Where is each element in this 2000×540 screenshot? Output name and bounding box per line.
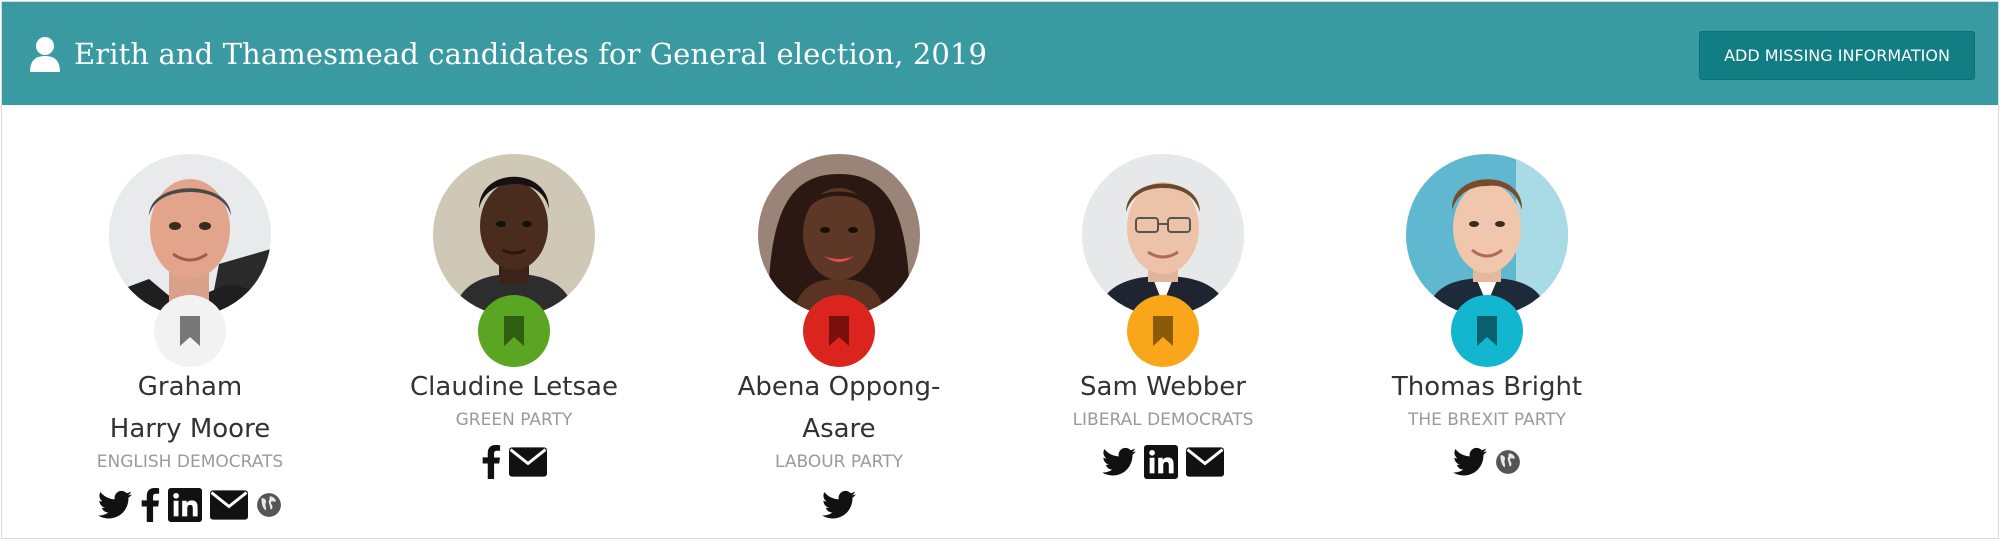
page-title: Erith and Thamesmead candidates for Gene… (28, 2, 987, 105)
candidate-party: THE BREXIT PARTY (1407, 410, 1567, 430)
social-links (1038, 444, 1288, 480)
linkedin-icon[interactable] (1144, 445, 1178, 479)
candidate-photo[interactable] (1082, 154, 1244, 316)
bookmark-icon (504, 316, 524, 346)
bookmark-icon (1153, 316, 1173, 346)
candidate-party: ENGLISH DEMOCRATS (96, 452, 284, 472)
party-badge (154, 295, 226, 367)
twitter-icon[interactable] (822, 490, 856, 520)
website-icon[interactable] (1495, 449, 1521, 475)
social-links (714, 487, 964, 523)
social-links (389, 444, 639, 480)
bookmark-icon (180, 316, 200, 346)
bookmark-icon (829, 316, 849, 346)
website-icon[interactable] (256, 492, 282, 518)
candidate-photo[interactable] (1406, 154, 1568, 316)
party-badge (1451, 295, 1523, 367)
person-icon (28, 36, 62, 72)
twitter-icon[interactable] (1453, 447, 1487, 477)
twitter-icon[interactable] (98, 490, 132, 520)
candidate-name[interactable]: Claudine Letsae (389, 366, 639, 408)
email-icon[interactable] (1186, 447, 1224, 477)
social-links (1362, 444, 1612, 480)
candidate-name[interactable]: Abena Oppong-Asare (714, 366, 964, 450)
candidate-photo[interactable] (433, 154, 595, 316)
bookmark-icon (1477, 316, 1497, 346)
candidate-name[interactable]: Thomas Bright (1362, 366, 1612, 408)
candidate-name[interactable]: Sam Webber (1038, 366, 1288, 408)
party-badge (478, 295, 550, 367)
email-icon[interactable] (210, 490, 248, 520)
candidates-panel: Erith and Thamesmead candidates for Gene… (1, 1, 1999, 539)
candidate-party: LIBERAL DEMOCRATS (1072, 410, 1254, 430)
party-badge (803, 295, 875, 367)
page-title-text: Erith and Thamesmead candidates for Gene… (74, 36, 988, 71)
panel-header: Erith and Thamesmead candidates for Gene… (2, 2, 1998, 105)
facebook-icon[interactable] (481, 445, 501, 479)
linkedin-icon[interactable] (168, 488, 202, 522)
facebook-icon[interactable] (140, 488, 160, 522)
candidate-party: LABOUR PARTY (774, 452, 904, 472)
candidate-photo[interactable] (758, 154, 920, 316)
candidate-party: GREEN PARTY (455, 410, 573, 430)
email-icon[interactable] (509, 447, 547, 477)
add-missing-information-button[interactable]: ADD MISSING INFORMATION (1699, 31, 1975, 80)
social-links (65, 487, 315, 523)
party-badge (1127, 295, 1199, 367)
candidate-name[interactable]: Graham Harry Moore (65, 366, 315, 450)
twitter-icon[interactable] (1102, 447, 1136, 477)
candidate-photo[interactable] (109, 154, 271, 316)
